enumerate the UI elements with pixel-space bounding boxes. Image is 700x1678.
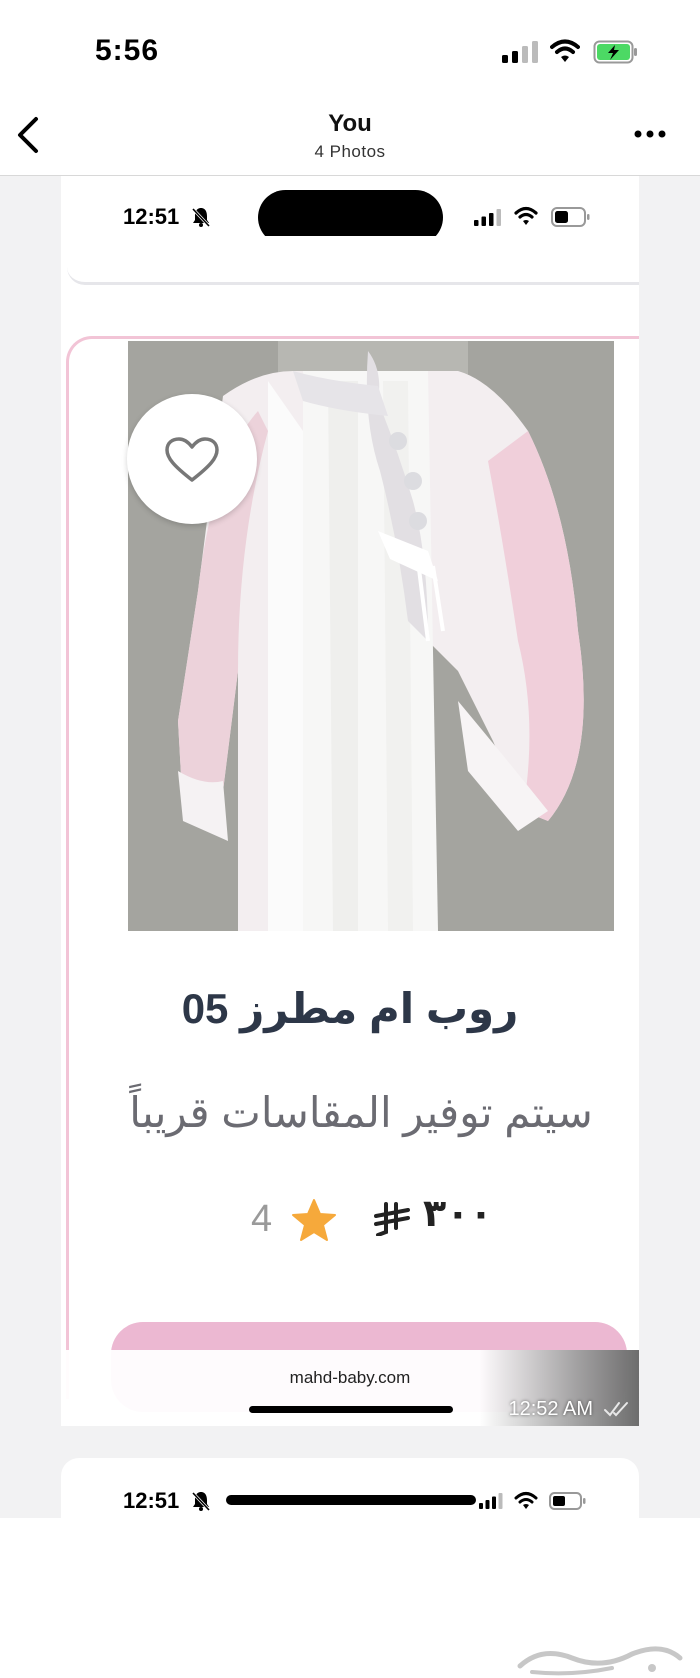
product-price: ٣٠٠ [423,1193,493,1235]
battery-icon [551,207,590,227]
shared-screenshot[interactable]: 12:51 روب ام مطرز 05 سيتم توفير المقاسات… [61,176,639,1426]
next-status-time: 12:51 [123,1488,180,1513]
previous-card-edge [67,236,639,285]
product-title[interactable]: روب ام مطرز 05 [61,984,639,1033]
message-time: 12:52 AM [508,1398,593,1420]
riyal-icon [374,1202,410,1236]
status-bar: 5:56 [0,0,700,100]
home-indicator [249,1406,453,1413]
double-check-icon [604,1402,628,1417]
more-button[interactable] [630,122,670,146]
battery-icon [549,1492,586,1510]
bell-slash-icon [191,1491,211,1512]
dynamic-island [226,1495,476,1505]
wifi-icon [514,206,538,225]
link-preview-bar[interactable]: mahd-baby.com 12:52 AM [61,1350,639,1426]
star-icon [292,1199,336,1241]
heart-icon [165,437,219,482]
product-subtitle: سيتم توفير المقاسات قريباً [129,1089,593,1136]
link-url[interactable]: mahd-baby.com [61,1368,639,1388]
signal-icon [474,209,501,226]
battery-charging-icon [593,40,637,64]
nav-title: You [328,110,372,137]
status-time: 5:56 [95,34,160,67]
photo-count: 4 Photos [314,142,386,161]
more-icon [634,130,666,138]
haraj-logo [517,1646,683,1676]
nav-bar: You 4 Photos [0,100,700,176]
inner-status-time: 12:51 [123,204,180,229]
bell-slash-icon [191,207,211,228]
photo-viewer[interactable]: 12:51 روب ام مطرز 05 سيتم توفير المقاسات… [0,176,700,1676]
rating-value: 4 [251,1198,273,1240]
wifi-icon [550,39,580,62]
wifi-icon [514,1492,538,1509]
favorite-button[interactable] [127,394,257,524]
next-screenshot[interactable]: 12:51 [61,1458,639,1518]
signal-icon [479,1493,503,1509]
signal-icon [502,41,538,63]
